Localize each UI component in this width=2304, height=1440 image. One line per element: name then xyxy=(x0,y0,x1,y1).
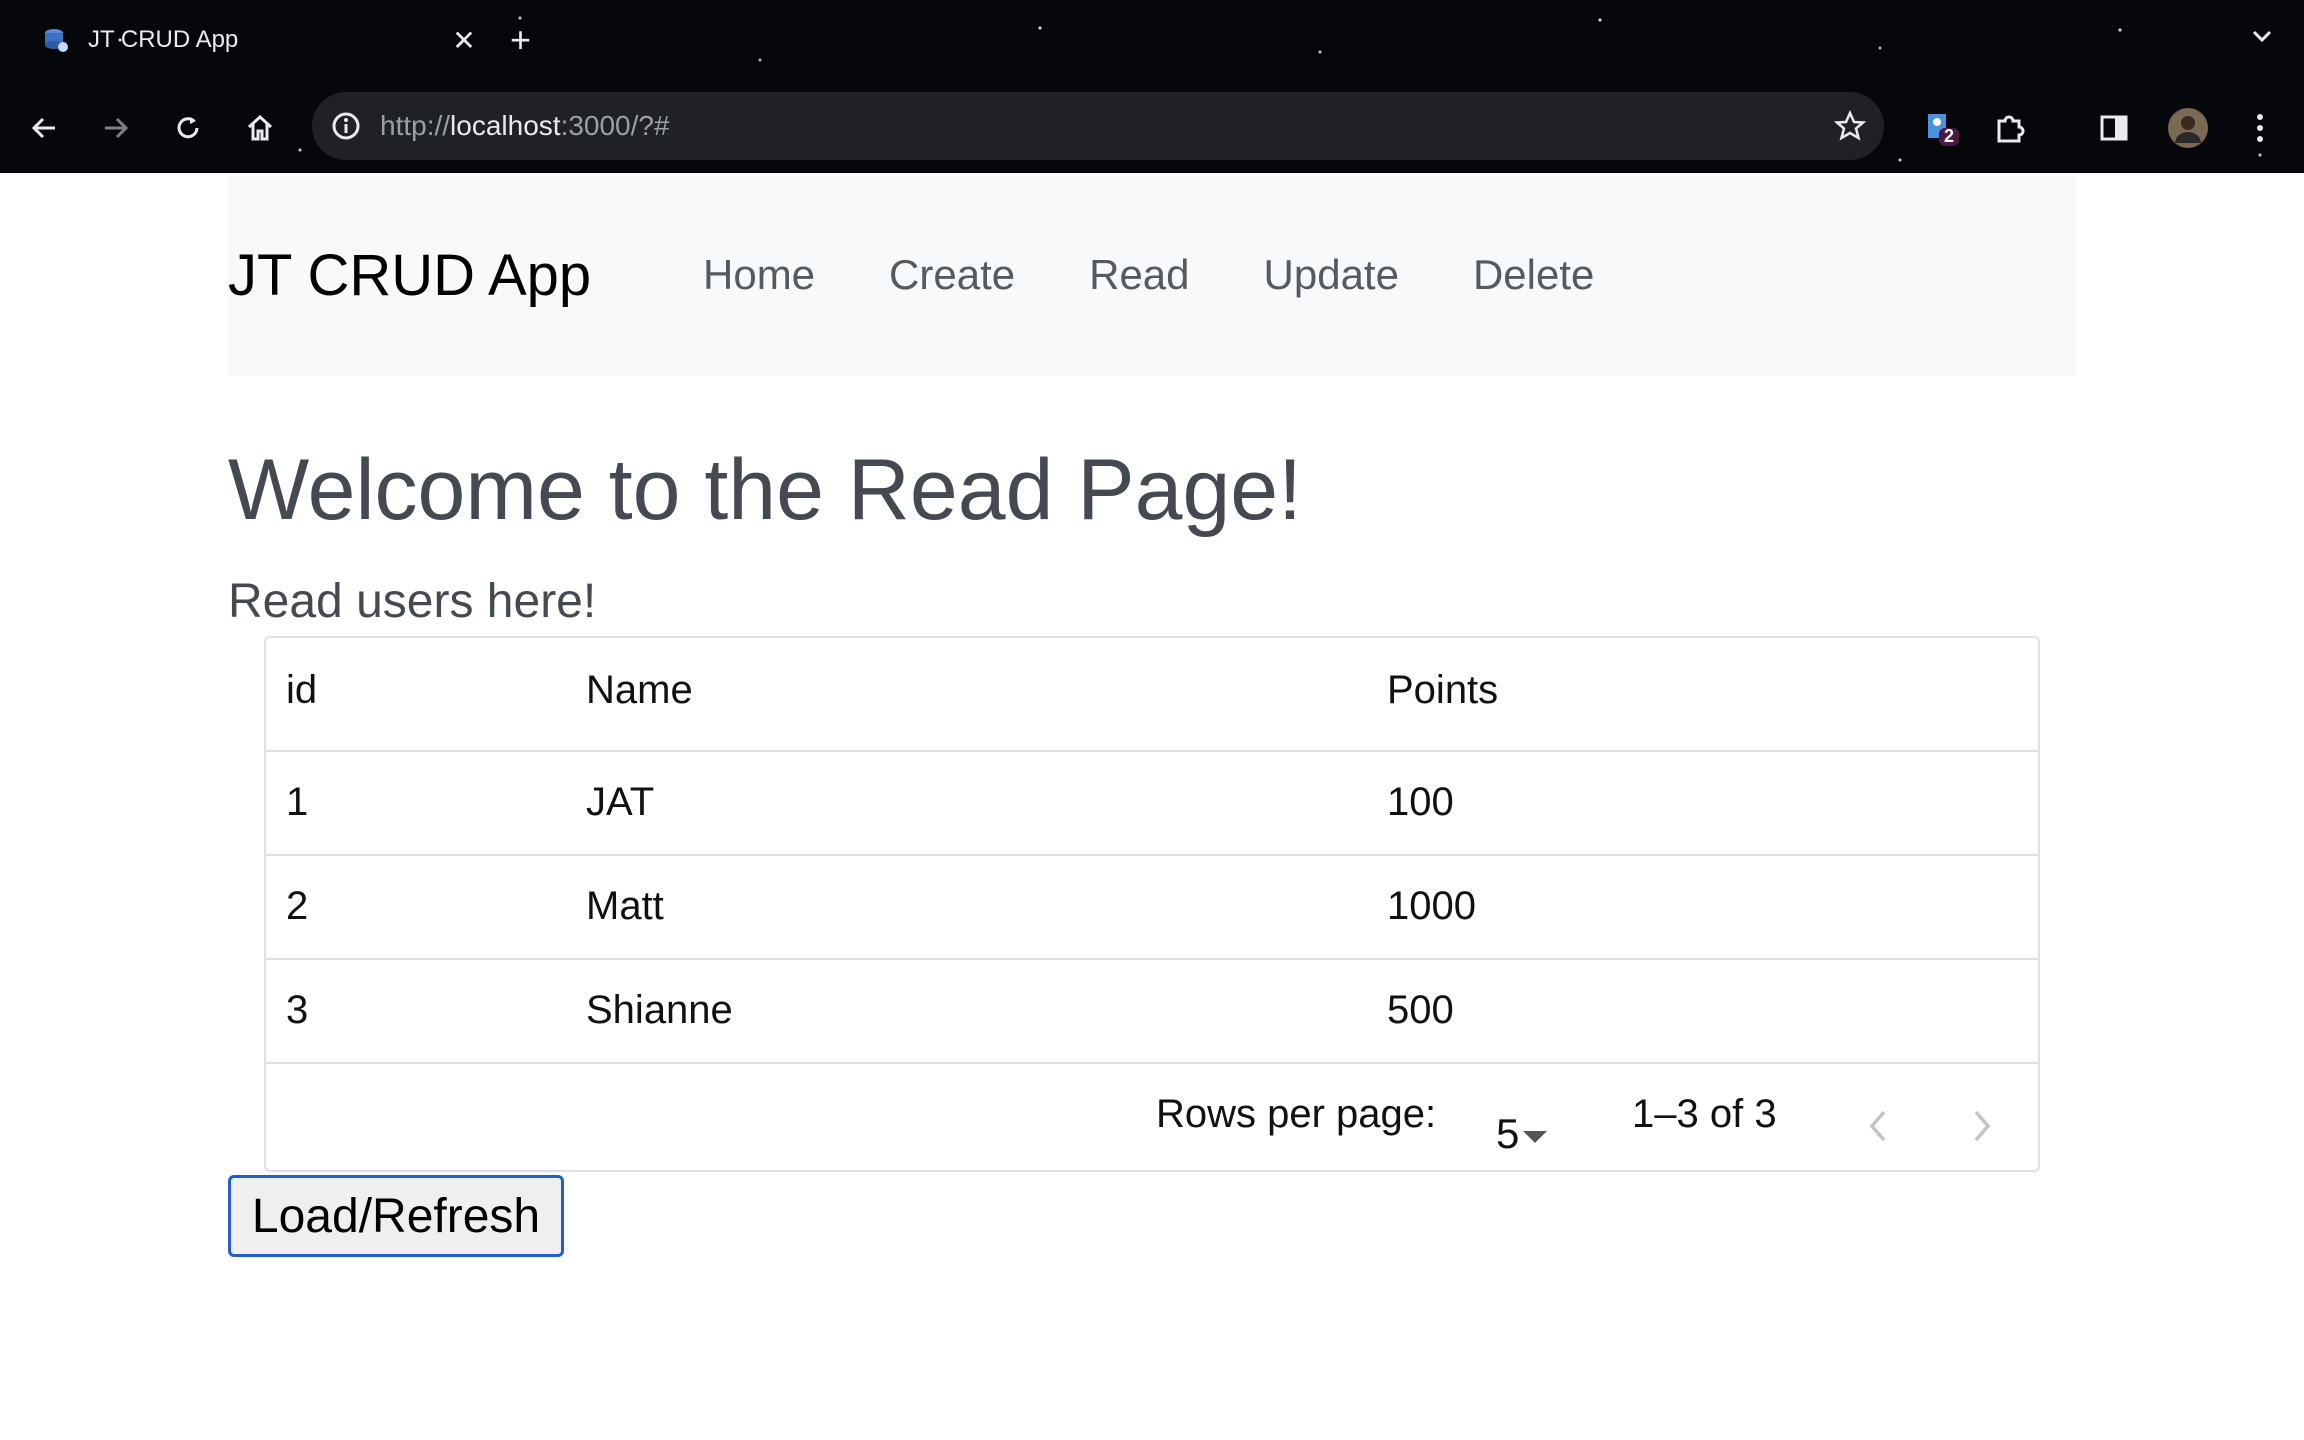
address-bar[interactable]: http://localhost:3000/?# xyxy=(312,92,1884,160)
back-icon[interactable] xyxy=(20,104,68,152)
page-title: Welcome to the Read Page! xyxy=(228,442,1303,538)
navbar: JT CRUD App Home Create Read Update Dele… xyxy=(228,177,2076,375)
url-path: :3000/?# xyxy=(560,110,670,141)
side-panel-icon[interactable] xyxy=(2090,104,2138,152)
home-icon[interactable] xyxy=(236,104,284,152)
load-refresh-button[interactable]: Load/Refresh xyxy=(228,1175,564,1257)
chevron-left-icon xyxy=(1869,1110,1886,1142)
table-header-row: id Name Points xyxy=(266,638,2038,752)
bookmark-star-icon[interactable] xyxy=(1816,110,1884,142)
table-row[interactable]: 2 Matt 1000 xyxy=(266,856,2038,960)
pagination-range: 1–3 of 3 xyxy=(1632,1092,1777,1136)
database-favicon-icon xyxy=(45,29,68,52)
users-table: id Name Points 1 JAT 100 2 Matt 1000 3 S… xyxy=(264,636,2040,1172)
rows-per-page-select[interactable]: 5 xyxy=(1496,1110,1548,1158)
reload-icon[interactable] xyxy=(164,104,212,152)
forward-icon[interactable] xyxy=(92,104,140,152)
url-host: localhost xyxy=(450,110,561,141)
chevron-right-icon xyxy=(1974,1110,1991,1142)
tab-title: JT CRUD App xyxy=(88,26,239,53)
extension-badge: 2 xyxy=(1944,126,1955,146)
browser-chrome: JT CRUD App ✕ + http://localhost:3000/?#… xyxy=(0,0,2304,173)
profile-avatar[interactable] xyxy=(2164,104,2212,152)
cell-name: Matt xyxy=(586,884,664,928)
previous-page-button[interactable] xyxy=(1848,1096,1908,1156)
cell-id: 2 xyxy=(286,884,309,928)
tab-close-icon[interactable]: ✕ xyxy=(444,24,484,57)
nav-link-home[interactable]: Home xyxy=(703,247,815,303)
cell-points: 500 xyxy=(1387,988,1454,1032)
nav-link-update[interactable]: Update xyxy=(1264,247,1399,303)
nav-links: Home Create Read Update Delete xyxy=(703,247,1668,303)
column-header-name[interactable]: Name xyxy=(586,668,693,713)
puzzle-icon[interactable] xyxy=(1986,104,2034,152)
rows-per-page-label: Rows per page: xyxy=(1156,1092,1437,1136)
nav-link-delete[interactable]: Delete xyxy=(1473,247,1594,303)
browser-tab[interactable]: JT CRUD App ✕ xyxy=(24,10,484,70)
next-page-button[interactable] xyxy=(1952,1096,2012,1156)
cell-points: 1000 xyxy=(1387,884,1476,928)
menu-icon[interactable] xyxy=(2236,104,2284,152)
caret-down-icon xyxy=(1523,1131,1548,1143)
column-header-points[interactable]: Points xyxy=(1387,668,1498,713)
tab-search-chevron-icon[interactable] xyxy=(2248,22,2276,50)
navbar-brand[interactable]: JT CRUD App xyxy=(228,241,591,311)
new-tab-icon[interactable]: + xyxy=(510,18,531,62)
cell-name: Shianne xyxy=(586,988,733,1032)
nav-link-create[interactable]: Create xyxy=(889,247,1015,303)
table-row[interactable]: 1 JAT 100 xyxy=(266,752,2038,856)
column-header-id[interactable]: id xyxy=(286,668,317,713)
nav-link-read[interactable]: Read xyxy=(1089,247,1189,303)
rows-per-page-value: 5 xyxy=(1496,1110,1520,1157)
url-scheme: http:// xyxy=(380,110,451,141)
cell-points: 100 xyxy=(1387,780,1454,824)
cell-id: 1 xyxy=(286,780,309,824)
site-info-icon[interactable] xyxy=(312,111,380,141)
page-subtitle: Read users here! xyxy=(228,575,597,628)
cell-name: JAT xyxy=(586,780,655,824)
url-text[interactable]: http://localhost:3000/?# xyxy=(380,110,1816,142)
extension-icon[interactable]: 2 xyxy=(1916,104,1964,152)
table-row[interactable]: 3 Shianne 500 xyxy=(266,960,2038,1064)
table-pagination: Rows per page: 5 1–3 of 3 xyxy=(266,1062,2038,1172)
cell-id: 3 xyxy=(286,988,309,1032)
